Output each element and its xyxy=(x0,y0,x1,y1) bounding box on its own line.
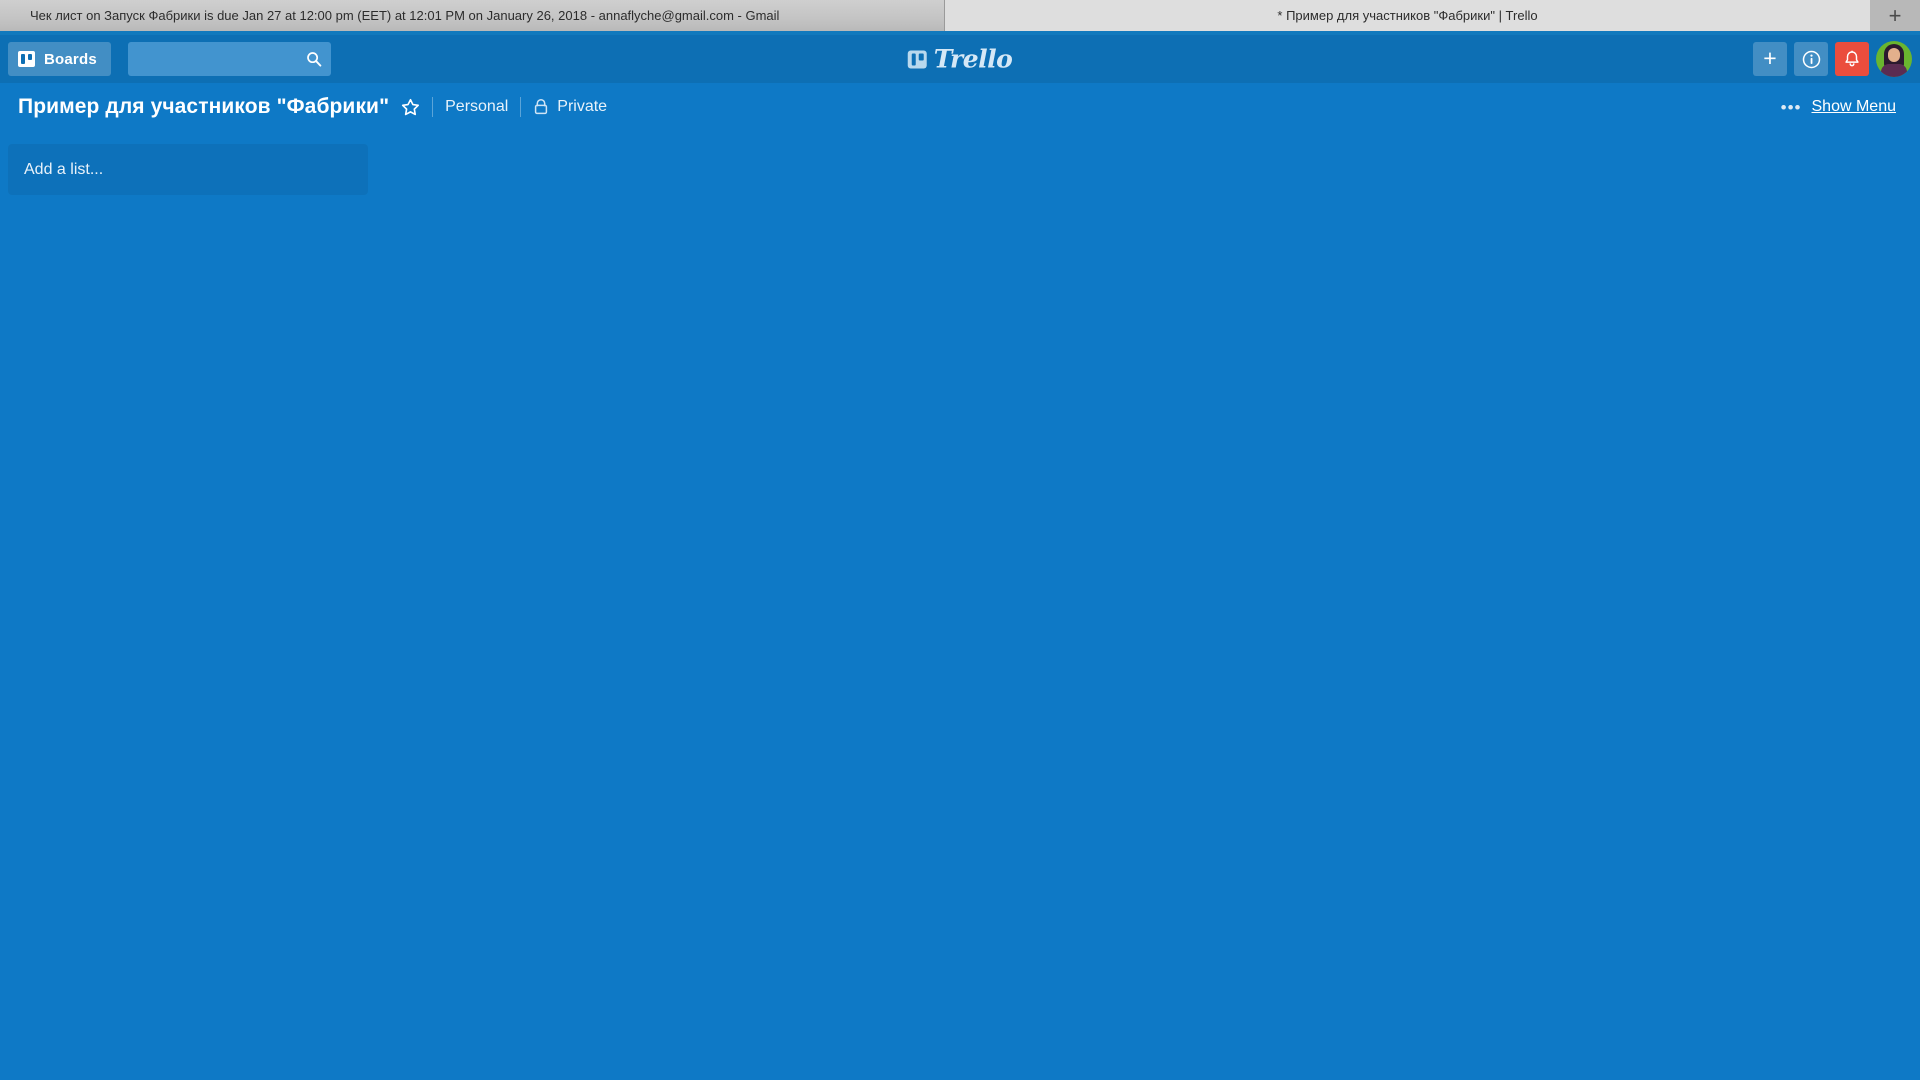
search-icon[interactable] xyxy=(306,51,322,67)
boards-button-label: Boards xyxy=(44,50,97,68)
more-options-icon[interactable]: ••• xyxy=(1781,99,1802,116)
trello-top-nav: Boards Trello + xyxy=(0,35,1920,83)
show-menu-area: ••• Show Menu xyxy=(1781,98,1906,116)
info-icon xyxy=(1802,50,1820,68)
board-visibility-label: Private xyxy=(557,98,608,115)
add-list-button[interactable]: Add a list... xyxy=(8,144,368,195)
board-header: Пример для участников "Фабрики" Personal… xyxy=(0,83,1920,131)
board-visibility-button[interactable]: Private xyxy=(521,98,619,116)
board-icon xyxy=(18,51,35,67)
lock-icon xyxy=(535,98,548,115)
board-team-label: Personal xyxy=(445,98,509,115)
avatar-face xyxy=(1888,48,1900,62)
add-list-label: Add a list... xyxy=(24,160,104,178)
avatar-body xyxy=(1881,64,1907,77)
info-button[interactable] xyxy=(1794,42,1828,76)
browser-tab-gmail[interactable]: Чек лист on Запуск Фабрики is due Jan 27… xyxy=(0,0,945,31)
plus-icon: + xyxy=(1888,2,1902,28)
nav-actions: + xyxy=(1753,41,1912,77)
search-input[interactable] xyxy=(127,42,331,76)
board-team-button[interactable]: Personal xyxy=(433,98,520,116)
new-tab-button[interactable]: + xyxy=(1870,0,1920,31)
trello-logo[interactable]: Trello xyxy=(907,44,1013,74)
add-button[interactable]: + xyxy=(1753,42,1787,76)
board-canvas: Add a list... xyxy=(0,131,1920,1080)
boards-button[interactable]: Boards xyxy=(8,42,111,76)
show-menu-button[interactable]: Show Menu xyxy=(1812,98,1897,116)
bell-icon xyxy=(1845,50,1859,66)
plus-icon: + xyxy=(1763,44,1777,71)
browser-tab-trello[interactable]: * Пример для участников "Фабрики" | Trel… xyxy=(945,0,1870,31)
notifications-button[interactable] xyxy=(1835,42,1869,76)
browser-tab-title: * Пример для участников "Фабрики" | Trel… xyxy=(1277,8,1538,23)
browser-tab-title: Чек лист on Запуск Фабрики is due Jan 27… xyxy=(30,8,780,23)
star-icon xyxy=(402,98,420,115)
star-board-button[interactable] xyxy=(389,98,432,117)
trello-logo-text: Trello xyxy=(933,44,1013,74)
search-box[interactable] xyxy=(127,42,331,76)
page-title[interactable]: Пример для участников "Фабрики" xyxy=(18,95,389,119)
browser-tab-strip: Чек лист on Запуск Фабрики is due Jan 27… xyxy=(0,0,1920,31)
trello-logo-icon xyxy=(907,50,927,68)
avatar[interactable] xyxy=(1876,41,1912,77)
